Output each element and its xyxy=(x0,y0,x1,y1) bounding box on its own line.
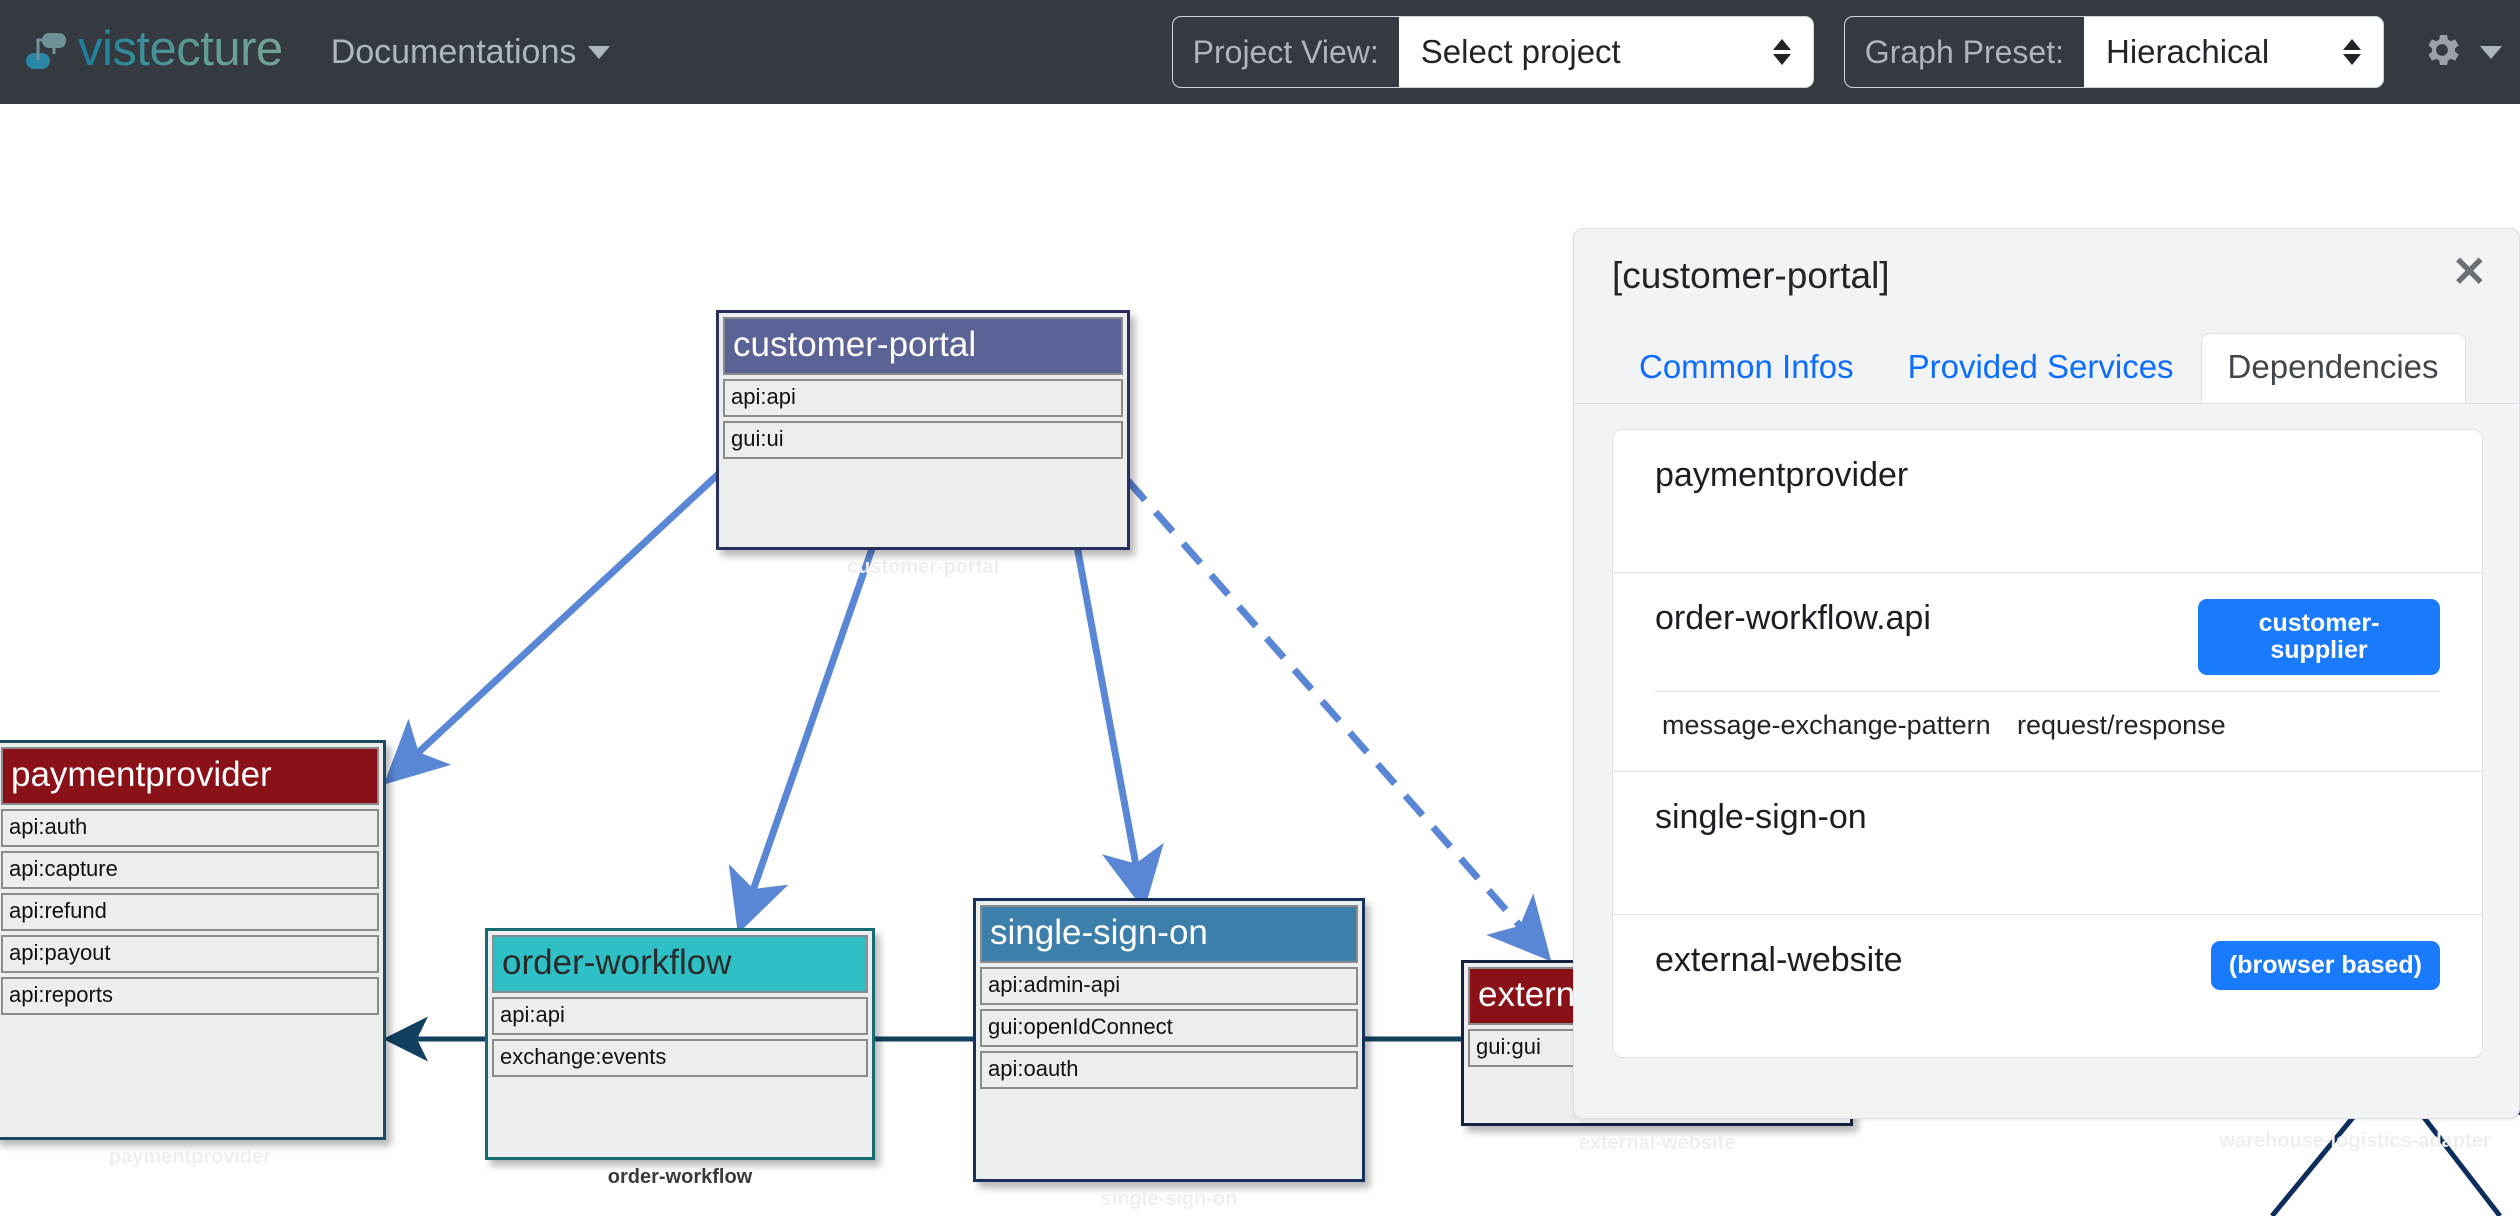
gear-icon xyxy=(2420,28,2464,77)
node-interface: api:oauth xyxy=(980,1051,1358,1089)
node-interface: gui:ui xyxy=(723,421,1123,459)
node-interface: api:api xyxy=(723,379,1123,417)
settings-menu[interactable] xyxy=(2420,28,2502,77)
project-view-select[interactable]: Select project xyxy=(1398,17,1813,87)
node-caption: customer-portal xyxy=(846,556,1000,578)
tabs-divider xyxy=(1574,403,2519,404)
node-caption: warehouse-logistics-adapter xyxy=(2219,1130,2491,1152)
project-view-value: Select project xyxy=(1420,33,1621,70)
node-caption: order-workflow xyxy=(607,1166,753,1188)
dependency-name: external-website xyxy=(1655,941,1903,979)
caret-down-icon xyxy=(2480,45,2502,59)
node-interface: api:auth xyxy=(1,809,379,847)
dependency-name: paymentprovider xyxy=(1655,456,1909,494)
graph-preset-select[interactable]: Hierachical xyxy=(2084,17,2383,87)
list-item[interactable]: order-workflow.api customer-supplier mes… xyxy=(1613,573,2482,772)
caret-down-icon xyxy=(588,45,611,59)
node-interface: api:capture xyxy=(1,851,379,889)
dependency-attributes: message-exchange-pattern request/respons… xyxy=(1655,691,2440,741)
details-panel: [customer-portal] ✕ Common Infos Provide… xyxy=(1573,228,2520,1119)
panel-header: [customer-portal] ✕ xyxy=(1574,229,2519,325)
brand[interactable]: vistecture xyxy=(22,24,283,80)
sitemap-icon xyxy=(22,26,72,78)
status-badge: customer-supplier xyxy=(2198,599,2440,675)
select-arrows-icon xyxy=(2309,39,2361,65)
panel-title: [customer-portal] xyxy=(1612,255,1890,296)
node-title: paymentprovider xyxy=(1,747,379,805)
panel-tabs: Common Infos Provided Services Dependenc… xyxy=(1574,325,2519,403)
dependency-name: order-workflow.api xyxy=(1655,599,1931,637)
graph-preset-value: Hierachical xyxy=(2106,33,2270,70)
nav-item-label: Documentations xyxy=(330,32,577,71)
node-title: order-workflow xyxy=(492,935,868,993)
node-interface: api:reports xyxy=(1,977,379,1015)
node-caption: external-website xyxy=(1578,1132,1736,1154)
node-order-workflow[interactable]: order-workflow api:api exchange:events xyxy=(485,928,875,1160)
project-view-group: Project View: Select project xyxy=(1171,16,1814,88)
list-item[interactable]: external-website (browser based) xyxy=(1613,915,2482,1057)
node-caption: paymentprovider xyxy=(108,1146,272,1168)
node-title: customer-portal xyxy=(723,317,1123,375)
project-view-label: Project View: xyxy=(1172,17,1399,87)
node-interface: api:api xyxy=(492,997,868,1035)
tab-common-infos[interactable]: Common Infos xyxy=(1612,333,1881,403)
tab-dependencies[interactable]: Dependencies xyxy=(2200,333,2466,403)
dependency-name: single-sign-on xyxy=(1655,798,1867,836)
list-item[interactable]: single-sign-on xyxy=(1613,772,2482,915)
select-arrows-icon xyxy=(1739,39,1791,65)
navbar-right-controls: Project View: Select project Graph Prese… xyxy=(1142,16,2502,88)
node-interface: exchange:events xyxy=(492,1039,868,1077)
node-title: single-sign-on xyxy=(980,905,1358,963)
node-interface: gui:openIdConnect xyxy=(980,1009,1358,1047)
attribute-key: message-exchange-pattern xyxy=(1662,710,1991,740)
node-caption: single-sign-on xyxy=(1100,1188,1238,1210)
top-navbar: vistecture Documentations Project View: … xyxy=(0,0,2520,104)
app-root: vistecture Documentations Project View: … xyxy=(0,0,2520,1216)
status-badge: (browser based) xyxy=(2210,941,2440,990)
attribute-value: request/response xyxy=(2017,710,2226,740)
node-customer-portal[interactable]: customer-portal api:api gui:ui xyxy=(716,310,1130,550)
graph-preset-label: Graph Preset: xyxy=(1844,17,2084,87)
graph-preset-group: Graph Preset: Hierachical xyxy=(1843,16,2384,88)
list-item[interactable]: paymentprovider xyxy=(1613,430,2482,573)
node-single-sign-on[interactable]: single-sign-on api:admin-api gui:openIdC… xyxy=(973,898,1365,1182)
brand-text: vistecture xyxy=(78,24,283,80)
dependencies-list: paymentprovider order-workflow.api custo… xyxy=(1612,429,2483,1058)
close-icon[interactable]: ✕ xyxy=(2452,251,2487,293)
nav-item-documentations[interactable]: Documentations xyxy=(331,33,611,72)
node-paymentprovider[interactable]: paymentprovider api:auth api:capture api… xyxy=(0,740,386,1140)
tab-provided-services[interactable]: Provided Services xyxy=(1881,333,2201,403)
node-interface: api:admin-api xyxy=(980,967,1358,1005)
node-interface: api:payout xyxy=(1,935,379,973)
node-interface: api:refund xyxy=(1,893,379,931)
diagram-canvas[interactable]: customer-portal api:api gui:ui customer-… xyxy=(0,104,2520,1216)
